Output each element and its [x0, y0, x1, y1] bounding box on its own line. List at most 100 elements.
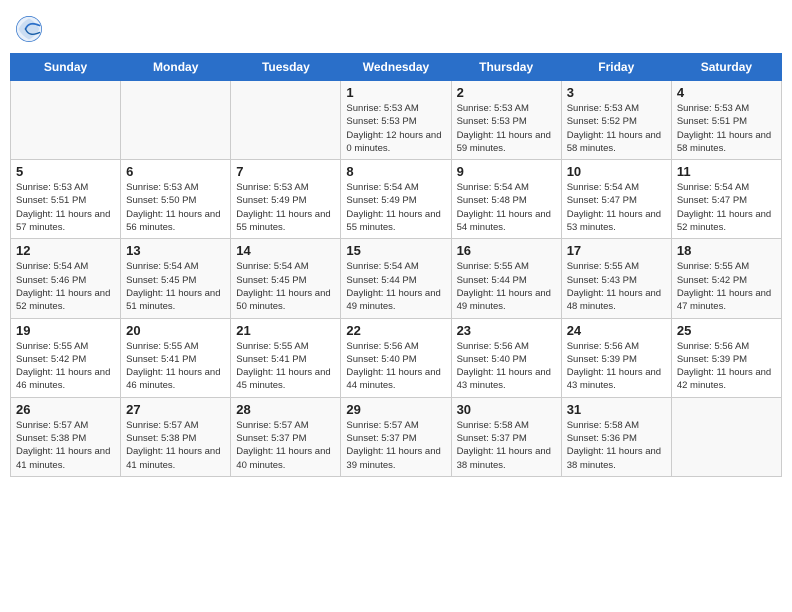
day-cell	[11, 81, 121, 160]
day-cell	[231, 81, 341, 160]
day-cell	[121, 81, 231, 160]
day-info: Sunrise: 5:56 AMSunset: 5:40 PMDaylight:…	[457, 340, 556, 393]
weekday-header-friday: Friday	[561, 54, 671, 81]
day-cell: 26 Sunrise: 5:57 AMSunset: 5:38 PMDayligh…	[11, 397, 121, 476]
day-info: Sunrise: 5:53 AMSunset: 5:53 PMDaylight:…	[457, 102, 556, 155]
day-number: 25	[677, 323, 776, 338]
calendar-page: SundayMondayTuesdayWednesdayThursdayFrid…	[0, 0, 792, 612]
weekday-header-thursday: Thursday	[451, 54, 561, 81]
day-number: 23	[457, 323, 556, 338]
day-cell: 3 Sunrise: 5:53 AMSunset: 5:52 PMDaylight…	[561, 81, 671, 160]
day-info: Sunrise: 5:54 AMSunset: 5:47 PMDaylight:…	[677, 181, 776, 234]
weekday-header-tuesday: Tuesday	[231, 54, 341, 81]
day-info: Sunrise: 5:54 AMSunset: 5:48 PMDaylight:…	[457, 181, 556, 234]
day-number: 27	[126, 402, 225, 417]
day-info: Sunrise: 5:57 AMSunset: 5:37 PMDaylight:…	[346, 419, 445, 472]
weekday-header-sunday: Sunday	[11, 54, 121, 81]
day-info: Sunrise: 5:53 AMSunset: 5:53 PMDaylight:…	[346, 102, 445, 155]
day-info: Sunrise: 5:54 AMSunset: 5:46 PMDaylight:…	[16, 260, 115, 313]
day-number: 18	[677, 243, 776, 258]
day-info: Sunrise: 5:56 AMSunset: 5:40 PMDaylight:…	[346, 340, 445, 393]
day-number: 11	[677, 164, 776, 179]
day-number: 2	[457, 85, 556, 100]
day-cell: 29 Sunrise: 5:57 AMSunset: 5:37 PMDayligh…	[341, 397, 451, 476]
day-cell: 9 Sunrise: 5:54 AMSunset: 5:48 PMDaylight…	[451, 160, 561, 239]
day-cell: 17Sunrise: 5:55 AMSunset: 5:43 PMDayligh…	[561, 239, 671, 318]
day-number: 12	[16, 243, 115, 258]
day-cell: 5Sunrise: 5:53 AMSunset: 5:51 PMDaylight…	[11, 160, 121, 239]
day-cell: 28 Sunrise: 5:57 AMSunset: 5:37 PMDayligh…	[231, 397, 341, 476]
day-number: 28	[236, 402, 335, 417]
day-info: Sunrise: 5:58 AMSunset: 5:37 PMDaylight:…	[457, 419, 556, 472]
day-cell: 30Sunrise: 5:58 AMSunset: 5:37 PMDayligh…	[451, 397, 561, 476]
day-info: Sunrise: 5:55 AMSunset: 5:44 PMDaylight:…	[457, 260, 556, 313]
day-number: 19	[16, 323, 115, 338]
day-cell: 15Sunrise: 5:54 AMSunset: 5:44 PMDayligh…	[341, 239, 451, 318]
day-number: 29	[346, 402, 445, 417]
day-cell: 6 Sunrise: 5:53 AMSunset: 5:50 PMDaylight…	[121, 160, 231, 239]
day-info: Sunrise: 5:55 AMSunset: 5:42 PMDaylight:…	[16, 340, 115, 393]
calendar-table: SundayMondayTuesdayWednesdayThursdayFrid…	[10, 53, 782, 477]
day-number: 4	[677, 85, 776, 100]
weekday-header-monday: Monday	[121, 54, 231, 81]
day-number: 1	[346, 85, 445, 100]
day-info: Sunrise: 5:54 AMSunset: 5:49 PMDaylight:…	[346, 181, 445, 234]
day-number: 8	[346, 164, 445, 179]
day-number: 13	[126, 243, 225, 258]
day-cell: 10Sunrise: 5:54 AMSunset: 5:47 PMDayligh…	[561, 160, 671, 239]
day-info: Sunrise: 5:56 AMSunset: 5:39 PMDaylight:…	[677, 340, 776, 393]
day-cell: 4 Sunrise: 5:53 AMSunset: 5:51 PMDaylight…	[671, 81, 781, 160]
day-info: Sunrise: 5:54 AMSunset: 5:47 PMDaylight:…	[567, 181, 666, 234]
day-info: Sunrise: 5:57 AMSunset: 5:38 PMDaylight:…	[16, 419, 115, 472]
day-cell	[671, 397, 781, 476]
day-number: 21	[236, 323, 335, 338]
day-cell: 31Sunrise: 5:58 AMSunset: 5:36 PMDayligh…	[561, 397, 671, 476]
day-number: 14	[236, 243, 335, 258]
week-row-1: 1 Sunrise: 5:53 AMSunset: 5:53 PMDaylight…	[11, 81, 782, 160]
weekday-header-wednesday: Wednesday	[341, 54, 451, 81]
day-cell: 7Sunrise: 5:53 AMSunset: 5:49 PMDaylight…	[231, 160, 341, 239]
day-cell: 21Sunrise: 5:55 AMSunset: 5:41 PMDayligh…	[231, 318, 341, 397]
week-row-2: 5Sunrise: 5:53 AMSunset: 5:51 PMDaylight…	[11, 160, 782, 239]
day-cell: 12 Sunrise: 5:54 AMSunset: 5:46 PMDayligh…	[11, 239, 121, 318]
day-info: Sunrise: 5:54 AMSunset: 5:45 PMDaylight:…	[236, 260, 335, 313]
week-row-3: 12 Sunrise: 5:54 AMSunset: 5:46 PMDayligh…	[11, 239, 782, 318]
day-cell: 19 Sunrise: 5:55 AMSunset: 5:42 PMDayligh…	[11, 318, 121, 397]
header	[10, 10, 782, 43]
week-row-5: 26 Sunrise: 5:57 AMSunset: 5:38 PMDayligh…	[11, 397, 782, 476]
day-info: Sunrise: 5:57 AMSunset: 5:37 PMDaylight:…	[236, 419, 335, 472]
day-number: 24	[567, 323, 666, 338]
day-number: 16	[457, 243, 556, 258]
day-info: Sunrise: 5:53 AMSunset: 5:51 PMDaylight:…	[677, 102, 776, 155]
day-cell: 25 Sunrise: 5:56 AMSunset: 5:39 PMDayligh…	[671, 318, 781, 397]
day-cell: 16 Sunrise: 5:55 AMSunset: 5:44 PMDayligh…	[451, 239, 561, 318]
day-info: Sunrise: 5:55 AMSunset: 5:42 PMDaylight:…	[677, 260, 776, 313]
day-cell: 8 Sunrise: 5:54 AMSunset: 5:49 PMDaylight…	[341, 160, 451, 239]
day-info: Sunrise: 5:54 AMSunset: 5:45 PMDaylight:…	[126, 260, 225, 313]
day-cell: 22 Sunrise: 5:56 AMSunset: 5:40 PMDayligh…	[341, 318, 451, 397]
day-info: Sunrise: 5:54 AMSunset: 5:44 PMDaylight:…	[346, 260, 445, 313]
day-cell: 2 Sunrise: 5:53 AMSunset: 5:53 PMDaylight…	[451, 81, 561, 160]
day-cell: 23 Sunrise: 5:56 AMSunset: 5:40 PMDayligh…	[451, 318, 561, 397]
day-info: Sunrise: 5:56 AMSunset: 5:39 PMDaylight:…	[567, 340, 666, 393]
weekday-header-row: SundayMondayTuesdayWednesdayThursdayFrid…	[11, 54, 782, 81]
day-cell: 13 Sunrise: 5:54 AMSunset: 5:45 PMDayligh…	[121, 239, 231, 318]
day-number: 9	[457, 164, 556, 179]
day-cell: 24 Sunrise: 5:56 AMSunset: 5:39 PMDayligh…	[561, 318, 671, 397]
day-info: Sunrise: 5:55 AMSunset: 5:43 PMDaylight:…	[567, 260, 666, 313]
day-info: Sunrise: 5:58 AMSunset: 5:36 PMDaylight:…	[567, 419, 666, 472]
day-info: Sunrise: 5:53 AMSunset: 5:50 PMDaylight:…	[126, 181, 225, 234]
logo	[15, 15, 45, 43]
day-info: Sunrise: 5:57 AMSunset: 5:38 PMDaylight:…	[126, 419, 225, 472]
day-number: 20	[126, 323, 225, 338]
day-number: 7	[236, 164, 335, 179]
day-info: Sunrise: 5:53 AMSunset: 5:51 PMDaylight:…	[16, 181, 115, 234]
day-number: 6	[126, 164, 225, 179]
day-cell: 18 Sunrise: 5:55 AMSunset: 5:42 PMDayligh…	[671, 239, 781, 318]
day-info: Sunrise: 5:53 AMSunset: 5:52 PMDaylight:…	[567, 102, 666, 155]
day-number: 26	[16, 402, 115, 417]
day-number: 22	[346, 323, 445, 338]
day-number: 3	[567, 85, 666, 100]
day-cell: 1 Sunrise: 5:53 AMSunset: 5:53 PMDaylight…	[341, 81, 451, 160]
week-row-4: 19 Sunrise: 5:55 AMSunset: 5:42 PMDayligh…	[11, 318, 782, 397]
